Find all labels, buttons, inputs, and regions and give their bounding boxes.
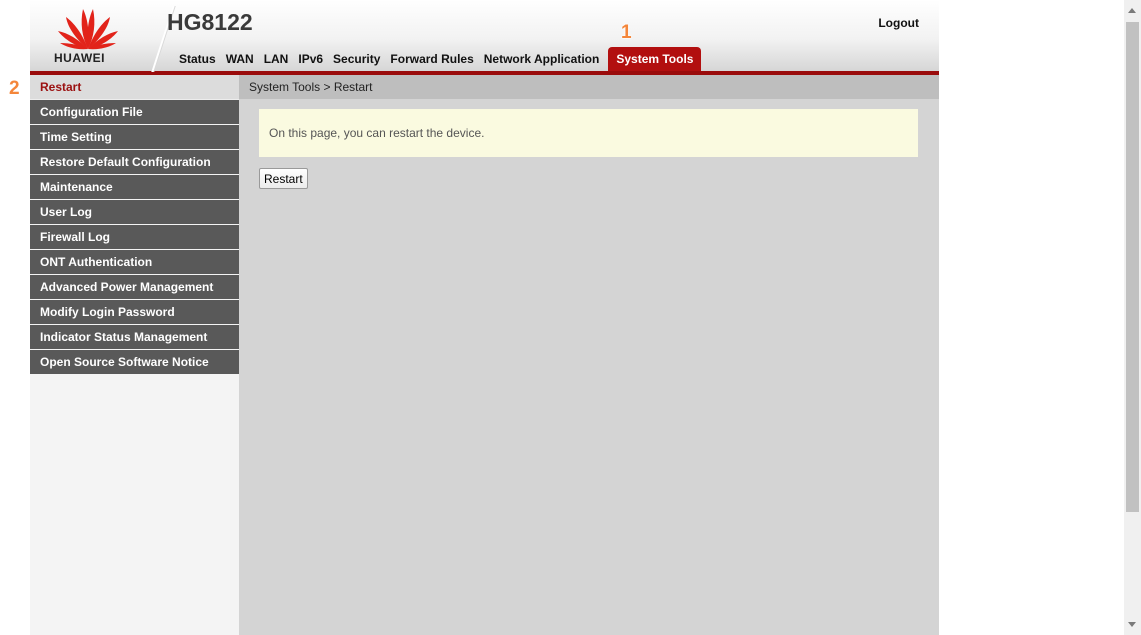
sidebar-item-user-log[interactable]: User Log	[30, 200, 239, 225]
logout-link[interactable]: Logout	[878, 16, 919, 30]
sidebar-item-maintenance[interactable]: Maintenance	[30, 175, 239, 200]
main-content: System Tools > Restart On this page, you…	[239, 75, 939, 635]
sidebar-item-configuration-file[interactable]: Configuration File	[30, 100, 239, 125]
nav-wan[interactable]: WAN	[221, 47, 259, 71]
page: HUAWEI HG8122 Logout Status WAN LAN IPv6…	[0, 0, 1141, 635]
annotation-2: 2	[9, 78, 20, 99]
restart-button[interactable]: Restart	[259, 168, 308, 189]
brand-name: HUAWEI	[54, 51, 105, 65]
sidebar-item-restart[interactable]: Restart	[30, 75, 239, 100]
annotation-1: 1	[621, 22, 632, 43]
nav-status[interactable]: Status	[174, 47, 221, 71]
product-title: HG8122	[167, 9, 253, 35]
nav-security[interactable]: Security	[328, 47, 385, 71]
breadcrumb: System Tools > Restart	[239, 75, 939, 99]
sidebar-item-advanced-power-management[interactable]: Advanced Power Management	[30, 275, 239, 300]
nav-ipv6[interactable]: IPv6	[293, 47, 328, 71]
scroll-up-arrow-icon[interactable]	[1128, 8, 1136, 13]
top-nav: Status WAN LAN IPv6 Security Forward Rul…	[174, 47, 702, 71]
header: HUAWEI HG8122 Logout Status WAN LAN IPv6…	[30, 0, 939, 75]
sidebar-item-ont-authentication[interactable]: ONT Authentication	[30, 250, 239, 275]
huawei-logo: HUAWEI	[30, 0, 150, 71]
nav-lan[interactable]: LAN	[259, 47, 294, 71]
nav-network-application[interactable]: Network Application	[479, 47, 605, 71]
sidebar-item-modify-login-password[interactable]: Modify Login Password	[30, 300, 239, 325]
scroll-down-arrow-icon[interactable]	[1128, 622, 1136, 627]
huawei-flower-icon	[58, 9, 118, 50]
sidebar-item-restore-default-configuration[interactable]: Restore Default Configuration	[30, 150, 239, 175]
nav-system-tools[interactable]: System Tools	[608, 47, 702, 71]
page-scrollbar[interactable]	[1124, 0, 1141, 635]
nav-forward-rules[interactable]: Forward Rules	[385, 47, 478, 71]
sidebar-item-open-source-software-notice[interactable]: Open Source Software Notice	[30, 350, 239, 375]
scroll-thumb[interactable]	[1126, 22, 1139, 512]
sidebar: Restart Configuration File Time Setting …	[30, 75, 239, 635]
info-message: On this page, you can restart the device…	[259, 109, 918, 157]
sidebar-item-time-setting[interactable]: Time Setting	[30, 125, 239, 150]
sidebar-item-firewall-log[interactable]: Firewall Log	[30, 225, 239, 250]
sidebar-item-indicator-status-management[interactable]: Indicator Status Management	[30, 325, 239, 350]
